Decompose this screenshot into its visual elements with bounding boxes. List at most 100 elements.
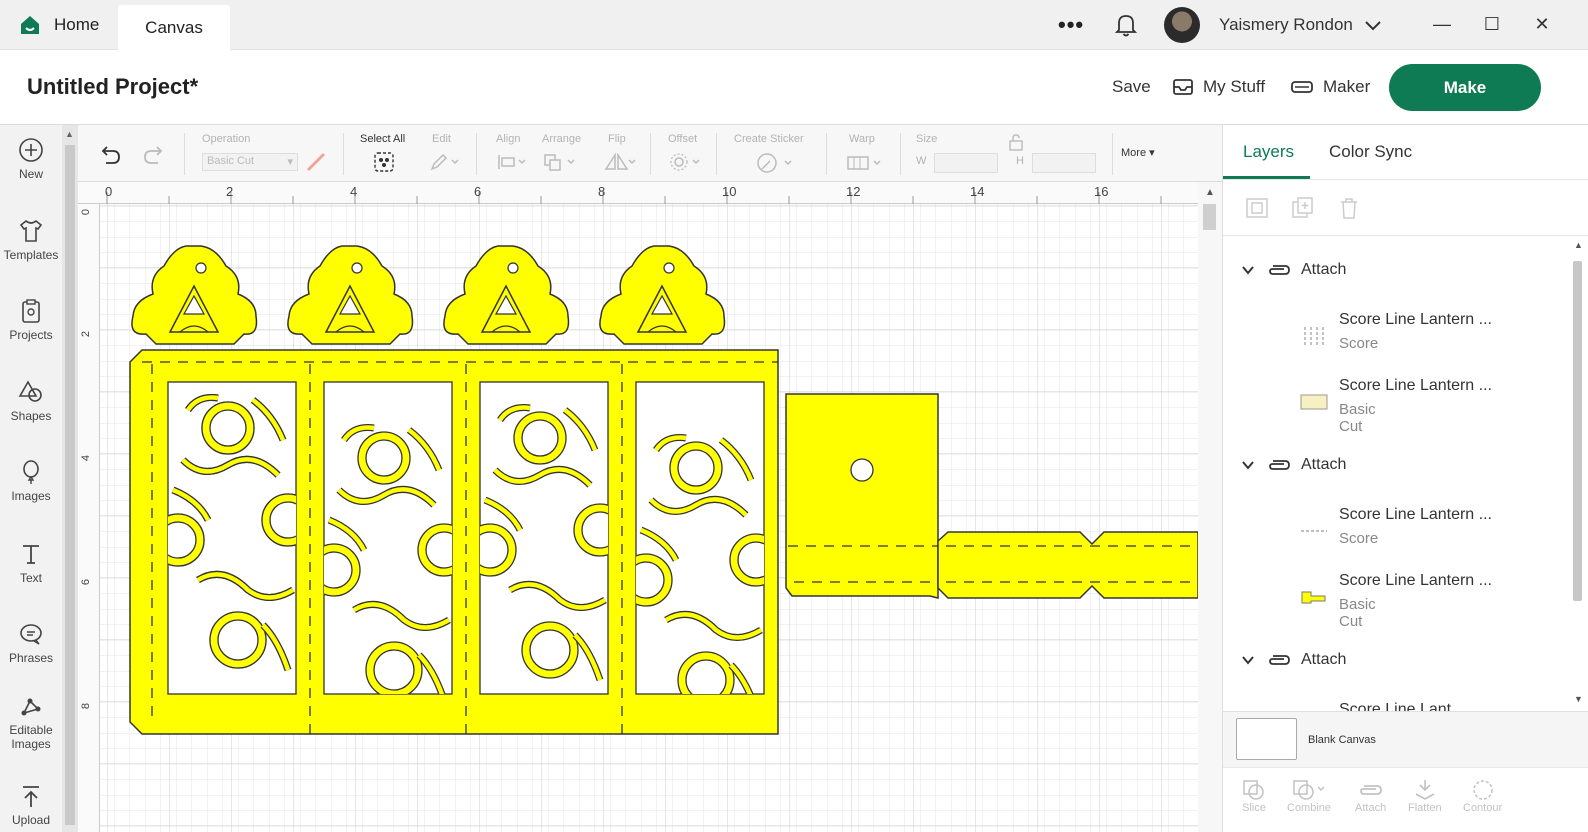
ruler-label: 12 (846, 184, 861, 199)
sidebar-item-templates[interactable]: Templates (0, 218, 62, 262)
contour-button[interactable]: Contour (1463, 778, 1502, 814)
user-menu[interactable]: Yaismery Rondon (1219, 0, 1383, 50)
sidebar-item-images[interactable]: Images (0, 459, 62, 503)
tab-canvas[interactable]: Canvas (118, 5, 230, 50)
toolbar-divider (343, 133, 344, 175)
ruler-label: 4 (80, 454, 93, 462)
canvas-scrollbar[interactable]: ▲ (1198, 182, 1222, 832)
edit-pencil-icon[interactable] (430, 153, 460, 171)
design-sidebar: New Templates Projects Shapes Images Tex… (0, 125, 62, 832)
close-button[interactable]: ✕ (1532, 14, 1552, 34)
warp-label: Warp (849, 133, 875, 145)
height-input[interactable] (1032, 153, 1096, 173)
sidebar-label-phrases: Phrases (8, 651, 54, 665)
flatten-icon (1415, 780, 1435, 800)
width-input[interactable] (934, 153, 998, 173)
canvas-scroll-thumb[interactable] (1203, 204, 1216, 230)
project-title[interactable]: Untitled Project* (27, 74, 198, 100)
duplicate-icon[interactable] (1291, 197, 1315, 219)
lantern-design[interactable] (100, 204, 1198, 832)
tab-color-sync[interactable]: Color Sync (1329, 142, 1412, 162)
attach-icon (1269, 655, 1290, 665)
notifications-button[interactable] (1114, 0, 1138, 50)
sidebar-item-phrases[interactable]: Phrases (0, 621, 62, 665)
avatar[interactable] (1164, 7, 1200, 43)
attach-icon (1269, 460, 1290, 470)
contour-icon (1472, 780, 1493, 800)
maximize-button[interactable]: ☐ (1482, 14, 1502, 34)
layer-type: Basic Cut (1339, 401, 1376, 435)
sidebar-item-upload[interactable]: Upload (0, 783, 62, 827)
sidebar-scroll-thumb[interactable] (65, 145, 75, 825)
height-label: H (1016, 155, 1024, 167)
layer-group[interactable]: Attach (1241, 256, 1346, 284)
more-button[interactable]: More ▾ (1121, 146, 1155, 159)
create-sticker-label: Create Sticker (734, 133, 804, 145)
align-icon[interactable] (497, 153, 527, 171)
make-button[interactable]: Make (1389, 64, 1541, 111)
scroll-up-icon[interactable]: ▲ (65, 129, 74, 139)
layers-scroll-thumb[interactable] (1573, 261, 1582, 601)
edit-label: Edit (432, 133, 451, 145)
group-icon[interactable] (1245, 197, 1269, 219)
select-all-icon[interactable] (373, 151, 395, 173)
sticker-icon[interactable] (756, 152, 796, 174)
offset-icon[interactable] (668, 152, 702, 172)
sidebar-item-projects[interactable]: Projects (0, 298, 62, 342)
operation-label: Operation (202, 133, 251, 145)
undo-icon[interactable] (98, 145, 122, 165)
maker-button[interactable]: Maker (1290, 77, 1370, 97)
ruler-label: 0 (105, 184, 113, 199)
attach-button[interactable]: Attach (1355, 778, 1386, 814)
ruler-label: 2 (80, 330, 93, 338)
flatten-button[interactable]: Flatten (1408, 778, 1442, 814)
scroll-down-icon[interactable]: ▼ (1574, 694, 1583, 704)
bell-icon (1114, 15, 1138, 37)
slice-icon (1243, 780, 1264, 800)
lock-icon[interactable] (1008, 133, 1024, 151)
sidebar-item-text[interactable]: Text (0, 541, 62, 585)
operation-select[interactable]: Basic Cut ▾ (202, 153, 298, 171)
score-line-thumbnail (1301, 530, 1327, 532)
combine-button[interactable]: Combine (1287, 778, 1331, 814)
design-canvas[interactable]: 0 2 4 6 8 10 12 14 16 0 2 4 6 8 ▲ (78, 182, 1222, 832)
sidebar-item-editable-images[interactable]: Editable Images (0, 693, 62, 751)
scroll-up-icon[interactable]: ▲ (1574, 240, 1583, 250)
my-stuff-label: My Stuff (1203, 77, 1266, 96)
blank-canvas-row[interactable]: Blank Canvas (1223, 711, 1588, 767)
sidebar-item-shapes[interactable]: Shapes (0, 379, 62, 423)
arrange-icon[interactable] (543, 153, 577, 171)
sidebar-item-new[interactable]: New (0, 137, 62, 181)
more-dots-icon: ••• (1058, 12, 1085, 37)
scroll-up-icon[interactable]: ▲ (1205, 187, 1215, 198)
layer-name: Score Line Lantern ... (1339, 572, 1492, 589)
pen-color-icon[interactable] (305, 151, 327, 173)
tab-home[interactable]: Home (18, 0, 99, 50)
redo-icon[interactable] (142, 145, 166, 165)
layer-type: Score (1339, 530, 1379, 547)
user-name: Yaismery Rondon (1219, 15, 1353, 34)
slice-button[interactable]: Slice (1241, 778, 1267, 814)
warp-icon[interactable] (846, 153, 886, 173)
my-stuff-button[interactable]: My Stuff (1172, 77, 1265, 97)
tab-layers[interactable]: Layers (1243, 142, 1294, 162)
blank-canvas-label: Blank Canvas (1308, 734, 1376, 746)
chevron-down-icon[interactable] (1241, 265, 1255, 275)
sidebar-scrollbar[interactable]: ▲ (62, 125, 78, 832)
inbox-icon (1173, 79, 1193, 95)
chevron-down-icon[interactable] (1241, 460, 1255, 470)
blank-canvas-swatch[interactable] (1236, 718, 1297, 760)
more-options-button[interactable]: ••• (1058, 0, 1084, 50)
layer-name: Score Line Lantern ... (1339, 506, 1492, 523)
minimize-icon: — (1433, 14, 1451, 34)
trash-icon[interactable] (1337, 197, 1361, 219)
toolbar-divider (184, 133, 185, 175)
chevron-down-icon[interactable] (1241, 655, 1255, 665)
minimize-button[interactable]: — (1432, 14, 1452, 34)
flip-icon[interactable] (603, 153, 637, 171)
chevron-down-icon (1365, 21, 1381, 31)
layer-group[interactable]: Attach (1241, 451, 1346, 479)
layers-scrollbar[interactable]: ▲ ▼ (1568, 236, 1588, 711)
save-button[interactable]: Save (1112, 77, 1151, 97)
layer-group[interactable]: Attach (1241, 646, 1346, 674)
